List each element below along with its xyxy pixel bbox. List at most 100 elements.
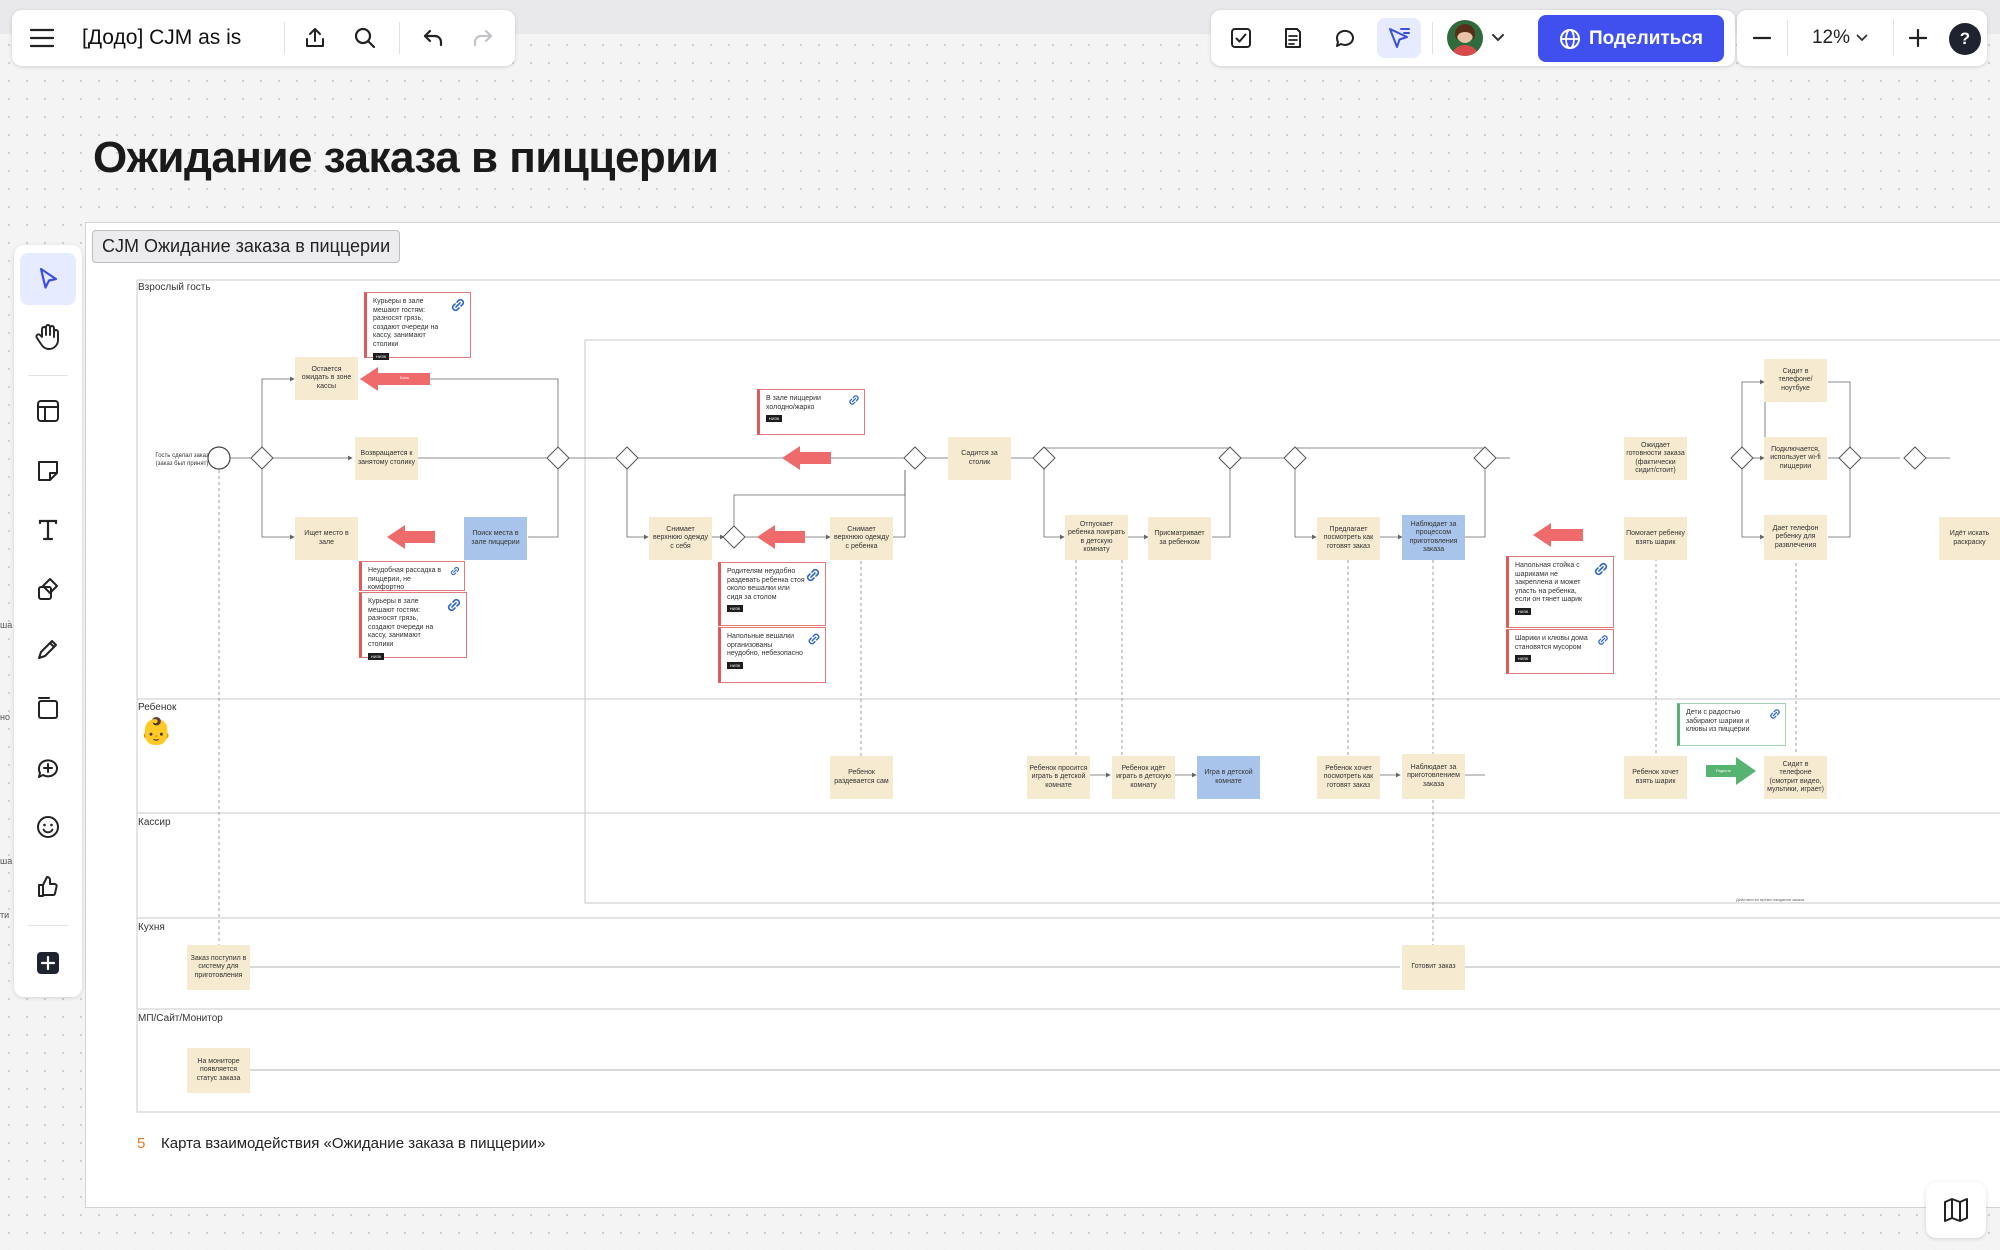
lane-label-child: Ребенок — [138, 702, 177, 713]
sticky-note-tool[interactable] — [20, 445, 76, 497]
actions-caption: Действия во время ожидания заказа — [1736, 897, 1805, 902]
note-sits-phone[interactable]: Сидит в телефоне/ноутбуке — [1764, 359, 1827, 402]
templates-tool[interactable] — [20, 385, 76, 437]
frame-icon — [38, 697, 58, 719]
add-comment-icon — [37, 759, 58, 778]
pain-text: Родителям неудобно раздевать ребенка сто… — [727, 568, 805, 601]
pain-balloon-trash[interactable]: Шарики и клювы дома становятся мусором Н… — [1506, 629, 1614, 674]
note-play-room[interactable]: Игра в детской комнате — [1197, 756, 1260, 799]
note-remove-child[interactable]: Снимает верхнюю одежду с ребенка — [830, 517, 893, 560]
note-order-received[interactable]: Заказ поступил в систему для приготовлен… — [187, 945, 250, 990]
hand-icon — [35, 324, 59, 350]
text-tool[interactable] — [20, 504, 76, 556]
note-return-table[interactable]: Возвращается к занятому столику — [355, 437, 418, 480]
lane-label-adult: Взрослый гость — [138, 282, 211, 293]
layout-icon — [37, 400, 59, 422]
frame-number: 5 — [137, 1135, 146, 1152]
select-tool[interactable] — [20, 253, 76, 305]
frame-tool[interactable] — [20, 682, 76, 734]
note-stay-cash[interactable]: Остается ожидать в зоне кассы — [295, 357, 358, 400]
link-icon[interactable] — [847, 393, 861, 407]
note-sit-table[interactable]: Садится за столик — [948, 437, 1011, 480]
note-child-dress[interactable]: Ребенок раздевается сам — [830, 756, 893, 799]
note-child-observes[interactable]: Наблюдает за приготовлением заказа — [1402, 754, 1465, 799]
note-wifi[interactable]: Подключается, использует wi-fi пиццерии — [1764, 437, 1827, 480]
note-child-asks[interactable]: Ребенок просится играть в детской комнат… — [1027, 756, 1090, 799]
pain-seating[interactable]: Неудобная рассадка в пиццерии, не комфор… — [359, 561, 465, 591]
note-child-balloon[interactable]: Ребенок хочет взять шарик — [1624, 756, 1687, 799]
note-wait-ready[interactable]: Ожидает готовности заказа (фактически си… — [1624, 437, 1687, 480]
pain-text: Напольная стойка с шариками не закреплен… — [1515, 562, 1583, 604]
more-tools-button[interactable] — [20, 937, 76, 989]
note-observe-cook[interactable]: Наблюдает за процессом приготовления зак… — [1402, 515, 1465, 560]
priority-tag: НИЗК — [1515, 607, 1531, 615]
frame-caption: Карта взаимодействия «Ожидание заказа в … — [161, 1135, 546, 1152]
pain-text: В зале пиццерии холодно/жарко — [766, 395, 821, 411]
link-icon[interactable] — [1592, 560, 1610, 578]
thumbs-up-icon — [38, 876, 58, 897]
link-icon[interactable] — [806, 631, 822, 647]
left-tool-palette — [14, 245, 82, 997]
pain-text: Напольные вешалки организованы неудобно,… — [727, 633, 803, 658]
pain-couriers-top[interactable]: Курьеры в зале мешают гостям: разносят г… — [364, 292, 471, 360]
note-child-wants-look[interactable]: Ребенок хочет посмотреть как готовят зак… — [1317, 756, 1380, 799]
reaction-tool[interactable] — [20, 861, 76, 913]
start-label: Гость сделал заказ (заказ был принят) — [155, 452, 209, 468]
link-icon[interactable] — [449, 565, 461, 577]
note-offer-look[interactable]: Предлагает посмотреть как готовят заказ — [1317, 517, 1380, 560]
cjm-diagram-lines — [136, 279, 2000, 1113]
comment-tool[interactable] — [20, 742, 76, 794]
pain-text: Шарики и клювы дома становятся мусором — [1515, 635, 1588, 651]
link-icon[interactable] — [1768, 707, 1782, 721]
note-coloring[interactable]: Идёт искать раскраску — [1939, 517, 2000, 560]
note-find-seat[interactable]: Ищет место в зале — [295, 517, 358, 560]
note-help-balloon[interactable]: Помогает ребенку взять шарик — [1624, 517, 1687, 560]
pain-text: Курьеры в зале мешают гостям: разносят г… — [373, 298, 439, 348]
shapes-tool[interactable] — [20, 563, 76, 615]
note-let-child[interactable]: Отпускает ребенка поиграть в детскую ком… — [1065, 515, 1128, 560]
note-cooking[interactable]: Готовит заказ — [1402, 945, 1465, 990]
pain-parents-hanger[interactable]: Родителям неудобно раздевать ребенка сто… — [718, 562, 826, 626]
note-remove-self[interactable]: Снимает верхнюю одежду с себя — [649, 517, 712, 560]
pain-arrow-label: Боль — [400, 375, 410, 380]
positive-note[interactable]: Дети с радостью забирают шарики и клювы … — [1677, 703, 1786, 746]
pain-cold-hot[interactable]: В зале пиццерии холодно/жарко НИЗК — [757, 389, 865, 435]
note-search-seat[interactable]: Поиск места в зале пиццерии — [464, 517, 527, 560]
minimap-button[interactable] — [1926, 1182, 1986, 1238]
lane-label-cashier: Кассир — [138, 817, 171, 828]
link-icon[interactable] — [804, 566, 822, 584]
pen-icon — [38, 640, 57, 659]
pain-balloon-stand[interactable]: Напольная стойка с шариками не закреплен… — [1506, 556, 1614, 628]
hand-tool[interactable] — [20, 311, 76, 363]
priority-tag: НИЗК — [727, 661, 743, 669]
plus-square-icon — [37, 952, 59, 974]
pain-couriers-bottom[interactable]: Курьеры в зале мешают гостям: разносят г… — [359, 592, 467, 660]
note-give-phone[interactable]: Дает телефон ребенку для развлечения — [1764, 515, 1827, 560]
pen-tool[interactable] — [20, 623, 76, 675]
note-monitor-status[interactable]: На мониторе появляется статус заказа — [187, 1048, 250, 1093]
pain-text: Курьеры в зале мешают гостям: разносят г… — [368, 598, 434, 648]
sticky-note-icon — [38, 461, 58, 481]
pain-floor-hangers[interactable]: Напольные вешалки организованы неудобно,… — [718, 627, 826, 683]
sticker-tool[interactable] — [20, 801, 76, 853]
map-icon — [1944, 1198, 1968, 1222]
child-emoji: 👶 — [140, 716, 173, 746]
shapes-icon — [38, 578, 58, 600]
positive-text: Дети с радостью забирают шарики и клювы … — [1686, 709, 1750, 734]
priority-tag: НИЗК — [1515, 655, 1531, 663]
priority-tag: НИЗК — [373, 352, 389, 360]
link-icon[interactable] — [1596, 633, 1610, 647]
lane-label-monitor: МП/Сайт/Монитор — [138, 1013, 223, 1024]
emoji-icon — [37, 816, 59, 838]
note-child-phone[interactable]: Сидит в телефоне (смотрит видео, мультик… — [1764, 756, 1827, 799]
link-icon[interactable] — [449, 296, 467, 314]
note-child-goes[interactable]: Ребенок идёт играть в детскую комнату — [1112, 756, 1175, 799]
link-icon[interactable] — [445, 596, 463, 614]
priority-tag: НИЗК — [368, 652, 384, 660]
text-icon — [38, 519, 58, 541]
priority-tag: НИЗК — [727, 605, 743, 613]
note-watch-child[interactable]: Присматривает за ребенком — [1148, 517, 1211, 560]
lane-label-kitchen: Кухня — [138, 922, 165, 933]
positive-arrow-label: Радость — [1716, 768, 1732, 773]
priority-tag: НИЗК — [766, 415, 782, 423]
